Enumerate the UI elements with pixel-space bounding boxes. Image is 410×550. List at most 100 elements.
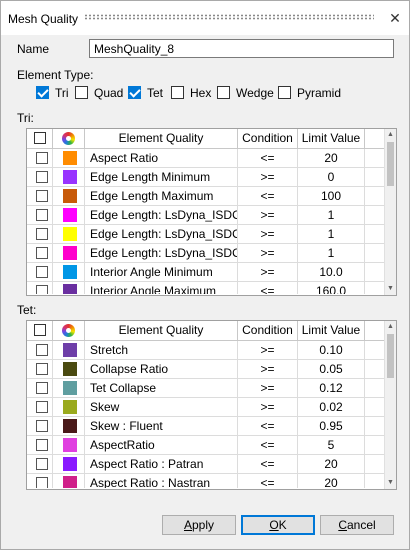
condition-cell[interactable]: >= xyxy=(238,168,298,187)
title-bar[interactable]: Mesh Quality ✕ xyxy=(1,1,409,35)
color-swatch[interactable] xyxy=(63,438,77,452)
color-swatch[interactable] xyxy=(63,265,77,279)
table-row[interactable]: Edge Length: LsDyna_ISDO_0>=1 xyxy=(27,206,385,225)
limit-value-cell[interactable]: 20 xyxy=(298,149,365,168)
limit-value-cell[interactable]: 160.0 xyxy=(298,282,365,294)
color-swatch[interactable] xyxy=(63,151,77,165)
name-field[interactable] xyxy=(89,39,394,58)
color-swatch[interactable] xyxy=(63,457,77,471)
tri-scroll-thumb[interactable] xyxy=(387,142,394,186)
table-row[interactable]: AspectRatio <= 5 xyxy=(27,436,385,455)
color-swatch[interactable] xyxy=(63,476,77,488)
limit-value-cell[interactable]: 1 xyxy=(298,225,365,244)
apply-button[interactable]: Apply xyxy=(162,515,236,535)
color-swatch[interactable] xyxy=(63,227,77,241)
color-swatch[interactable] xyxy=(63,362,77,376)
table-row[interactable]: Interior Angle Maximum <= 160.0 xyxy=(27,282,385,294)
row-checkbox[interactable] xyxy=(36,420,48,432)
row-checkbox[interactable] xyxy=(36,247,48,259)
table-row[interactable]: Edge Length: LsDyna_ISDO_2>=1 xyxy=(27,244,385,263)
row-checkbox[interactable] xyxy=(36,439,48,451)
tet-checkbox[interactable] xyxy=(128,86,141,99)
condition-cell[interactable]: >= xyxy=(238,206,298,225)
limit-value-cell[interactable]: 0.10 xyxy=(298,341,365,360)
condition-cell[interactable]: <= xyxy=(238,474,298,488)
condition-cell[interactable]: <= xyxy=(238,282,298,294)
tet-col-limit-value[interactable]: Limit Value xyxy=(298,321,365,340)
limit-value-cell[interactable]: 1 xyxy=(298,244,365,263)
color-swatch[interactable] xyxy=(63,381,77,395)
limit-value-cell[interactable]: 1 xyxy=(298,206,365,225)
hex-checkbox[interactable] xyxy=(171,86,184,99)
close-icon[interactable]: ✕ xyxy=(385,8,405,28)
color-swatch[interactable] xyxy=(63,189,77,203)
row-checkbox[interactable] xyxy=(36,209,48,221)
color-swatch[interactable] xyxy=(63,400,77,414)
wedge-checkbox[interactable] xyxy=(217,86,230,99)
color-swatch[interactable] xyxy=(63,284,77,294)
tri-col-element-quality[interactable]: Element Quality xyxy=(85,129,238,148)
row-checkbox[interactable] xyxy=(36,477,48,488)
table-row[interactable]: Collapse Ratio >= 0.05 xyxy=(27,360,385,379)
table-row[interactable]: Skew >= 0.02 xyxy=(27,398,385,417)
limit-value-cell[interactable]: 0.95 xyxy=(298,417,365,436)
scroll-down-arrow-icon[interactable]: ▼ xyxy=(385,477,396,489)
table-row[interactable]: Edge Length: LsDyna_ISDO_1>=1 xyxy=(27,225,385,244)
condition-cell[interactable]: <= xyxy=(238,149,298,168)
tet-col-element-quality[interactable]: Element Quality xyxy=(85,321,238,340)
condition-cell[interactable]: >= xyxy=(238,379,298,398)
tet-scrollbar[interactable]: ▲ ▼ xyxy=(384,321,396,489)
tet-col-condition[interactable]: Condition xyxy=(238,321,298,340)
quad-checkbox[interactable] xyxy=(75,86,88,99)
condition-cell[interactable]: >= xyxy=(238,225,298,244)
scroll-up-arrow-icon[interactable]: ▲ xyxy=(385,321,396,333)
tet-select-all-checkbox[interactable] xyxy=(34,324,46,336)
color-swatch[interactable] xyxy=(63,170,77,184)
tri-checkbox[interactable] xyxy=(36,86,49,99)
table-row[interactable]: Skew : Fluent <= 0.95 xyxy=(27,417,385,436)
color-swatch[interactable] xyxy=(63,343,77,357)
row-checkbox[interactable] xyxy=(36,190,48,202)
condition-cell[interactable]: >= xyxy=(238,398,298,417)
table-row[interactable]: Tet Collapse >= 0.12 xyxy=(27,379,385,398)
row-checkbox[interactable] xyxy=(36,458,48,470)
limit-value-cell[interactable]: 10.0 xyxy=(298,263,365,282)
table-row[interactable]: Aspect Ratio : Nastran <= 20 xyxy=(27,474,385,488)
condition-cell[interactable]: >= xyxy=(238,341,298,360)
condition-cell[interactable]: >= xyxy=(238,360,298,379)
table-row[interactable]: Edge Length Maximum <= 100 xyxy=(27,187,385,206)
condition-cell[interactable]: >= xyxy=(238,263,298,282)
row-checkbox[interactable] xyxy=(36,171,48,183)
condition-cell[interactable]: <= xyxy=(238,436,298,455)
condition-cell[interactable]: <= xyxy=(238,455,298,474)
scroll-up-arrow-icon[interactable]: ▲ xyxy=(385,129,396,141)
drag-grip[interactable] xyxy=(84,14,374,20)
limit-value-cell[interactable]: 0.05 xyxy=(298,360,365,379)
row-checkbox[interactable] xyxy=(36,363,48,375)
tri-col-limit-value[interactable]: Limit Value xyxy=(298,129,365,148)
table-row[interactable]: Interior Angle Minimum >= 10.0 xyxy=(27,263,385,282)
row-checkbox[interactable] xyxy=(36,228,48,240)
tri-select-all-checkbox[interactable] xyxy=(34,132,46,144)
pyramid-checkbox[interactable] xyxy=(278,86,291,99)
row-checkbox[interactable] xyxy=(36,382,48,394)
row-checkbox[interactable] xyxy=(36,266,48,278)
limit-value-cell[interactable]: 20 xyxy=(298,474,365,488)
limit-value-cell[interactable]: 0 xyxy=(298,168,365,187)
table-row[interactable]: Stretch >= 0.10 xyxy=(27,341,385,360)
color-swatch[interactable] xyxy=(63,419,77,433)
scroll-down-arrow-icon[interactable]: ▼ xyxy=(385,283,396,295)
tri-scrollbar[interactable]: ▲ ▼ xyxy=(384,129,396,295)
condition-cell[interactable]: <= xyxy=(238,417,298,436)
row-checkbox[interactable] xyxy=(36,344,48,356)
limit-value-cell[interactable]: 0.12 xyxy=(298,379,365,398)
limit-value-cell[interactable]: 20 xyxy=(298,455,365,474)
table-row[interactable]: Aspect Ratio <= 20 xyxy=(27,149,385,168)
limit-value-cell[interactable]: 0.02 xyxy=(298,398,365,417)
row-checkbox[interactable] xyxy=(36,152,48,164)
table-row[interactable]: Edge Length Minimum >= 0 xyxy=(27,168,385,187)
row-checkbox[interactable] xyxy=(36,401,48,413)
color-swatch[interactable] xyxy=(63,208,77,222)
condition-cell[interactable]: >= xyxy=(238,244,298,263)
condition-cell[interactable]: <= xyxy=(238,187,298,206)
